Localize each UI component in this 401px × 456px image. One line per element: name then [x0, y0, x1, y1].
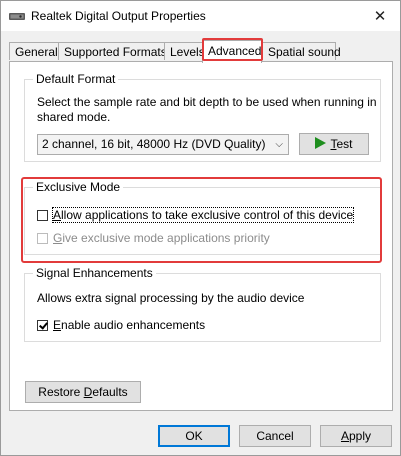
tab-levels[interactable]: Levels [164, 42, 205, 60]
default-format-title: Default Format [33, 72, 119, 86]
ok-button[interactable]: OK [158, 425, 230, 447]
test-label-rest: est [336, 137, 353, 151]
default-format-description: Select the sample rate and bit depth to … [37, 95, 377, 124]
enable-enhancements-label: Enable audio enhancements [53, 318, 205, 332]
apply-label-suffix: pply [349, 429, 372, 443]
signal-enhancements-group: Signal Enhancements Allows extra signal … [24, 266, 381, 342]
cancel-button[interactable]: Cancel [239, 425, 311, 447]
signal-enhancements-description: Allows extra signal processing by the au… [37, 291, 305, 305]
apply-accel: A [340, 429, 349, 443]
enable-enhancements-box[interactable] [37, 319, 48, 331]
enable-enhancements-checkbox[interactable]: Enable audio enhancements [37, 318, 205, 332]
window-title: Realtek Digital Output Properties [31, 9, 206, 23]
speaker-icon [9, 13, 25, 20]
test-button[interactable]: Test [299, 133, 369, 155]
close-button[interactable]: ✕ [360, 1, 400, 31]
default-format-group: Default Format Select the sample rate an… [24, 72, 381, 162]
exclusive-mode-highlight [21, 177, 382, 263]
title-bar[interactable]: Realtek Digital Output Properties ✕ [1, 1, 400, 31]
chevron-down-icon: ⌵ [275, 139, 283, 150]
play-icon [315, 137, 327, 149]
restore-label-suffix: efaults [92, 385, 128, 399]
restore-label-prefix: Restore [38, 385, 84, 399]
enable-label-rest: nable audio enhancements [61, 318, 206, 332]
properties-dialog: Realtek Digital Output Properties ✕ Gene… [0, 0, 401, 456]
signal-enhancements-title: Signal Enhancements [33, 266, 156, 280]
advanced-tab-highlight [202, 38, 263, 61]
sample-rate-dropdown[interactable]: 2 channel, 16 bit, 48000 Hz (DVD Quality… [37, 134, 289, 155]
tab-general[interactable]: General [9, 42, 59, 60]
tab-spatial-sound[interactable]: Spatial sound [262, 42, 341, 60]
tab-supported-formats[interactable]: Supported Formats [58, 42, 167, 60]
enable-accel: E [53, 318, 62, 332]
close-icon: ✕ [373, 8, 387, 25]
sample-rate-value: 2 channel, 16 bit, 48000 Hz (DVD Quality… [42, 137, 266, 151]
apply-button[interactable]: Apply [320, 425, 392, 447]
restore-defaults-button[interactable]: Restore Defaults [25, 381, 141, 403]
